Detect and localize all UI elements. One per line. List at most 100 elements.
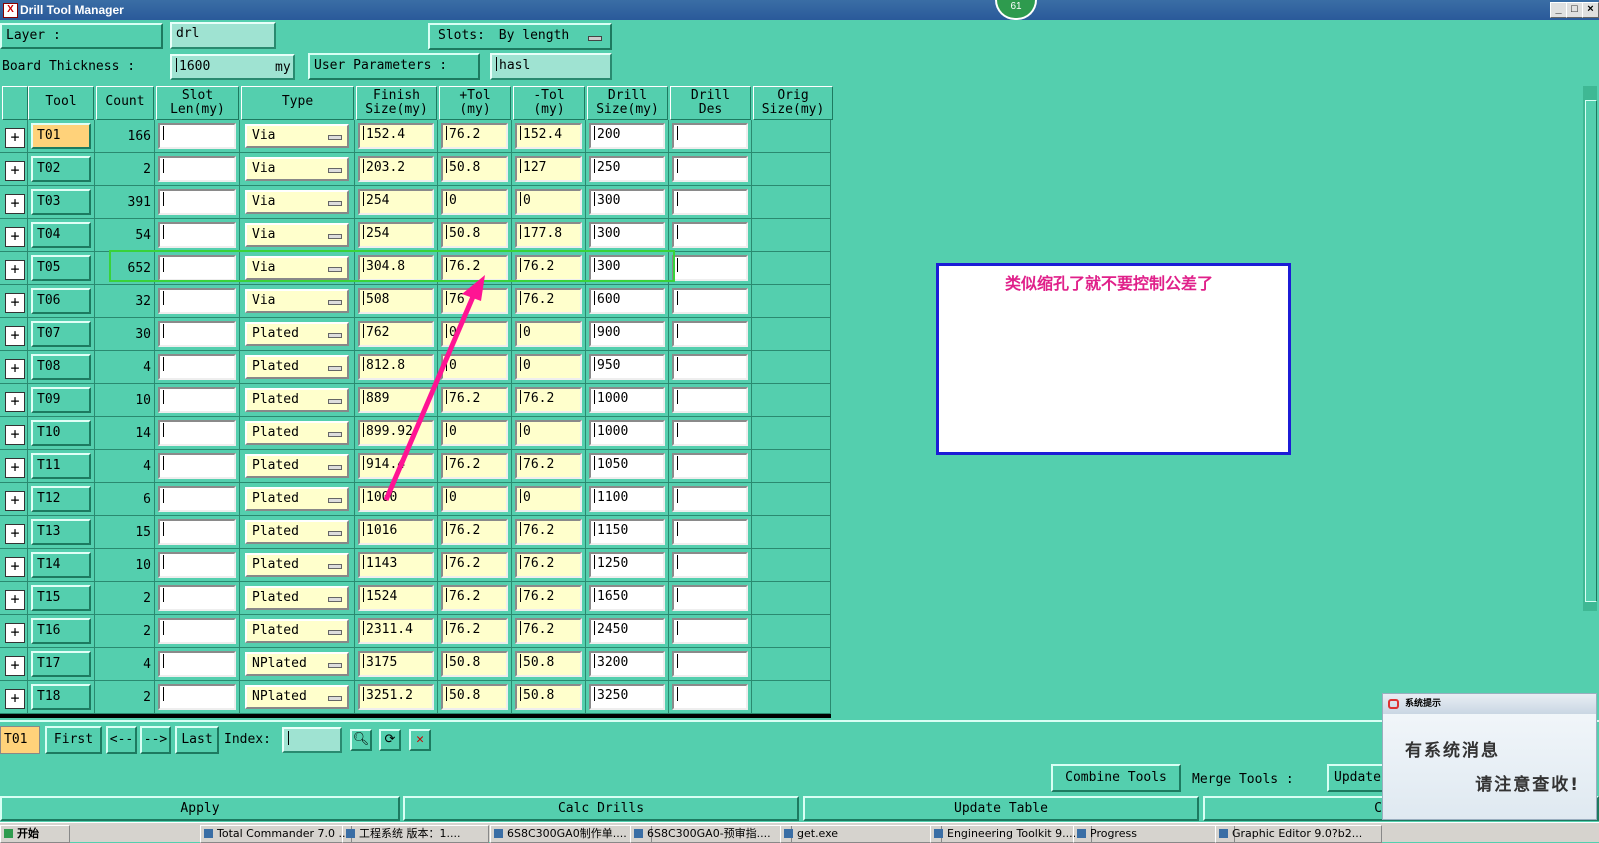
drill-size-input[interactable]: 1050 — [589, 453, 665, 479]
tool-button[interactable]: T13 — [31, 519, 91, 545]
drill-size-input[interactable]: 300 — [589, 189, 665, 215]
column-header[interactable]: Finish Size(my) — [356, 86, 437, 120]
type-select[interactable]: Plated — [245, 421, 349, 445]
update-button[interactable]: Update — [1327, 764, 1387, 792]
drill-size-input[interactable]: 950 — [589, 354, 665, 380]
column-header[interactable]: Slot Len(my) — [156, 86, 239, 120]
taskbar-item[interactable]: 6S8C300GA0制作单.... — [490, 825, 652, 843]
tool-button[interactable]: T01 — [31, 123, 91, 149]
finish-size-input[interactable]: 1524 — [358, 585, 434, 611]
taskbar-item[interactable]: 6S8C300GA0-预审指.... — [630, 825, 792, 843]
system-notification-popup[interactable]: 系统提示 有系统消息 请注意查收! — [1382, 693, 1597, 820]
minus-tol-input[interactable]: 76.2 — [515, 453, 582, 479]
next-button[interactable]: --> — [140, 726, 171, 754]
slot-length-input[interactable] — [158, 189, 236, 215]
minus-tol-input[interactable]: 76.2 — [515, 552, 582, 578]
drill-des-input[interactable] — [672, 255, 748, 281]
tool-button[interactable]: T12 — [31, 486, 91, 512]
layer-field[interactable]: drl — [170, 22, 276, 49]
slot-length-input[interactable] — [158, 156, 236, 182]
expand-icon[interactable]: + — [5, 524, 25, 544]
user-parameters-field[interactable]: hasl — [490, 53, 612, 80]
slot-length-input[interactable] — [158, 519, 236, 545]
type-select[interactable]: Via — [245, 157, 349, 181]
apply-button[interactable]: Apply — [0, 796, 400, 821]
slot-length-input[interactable] — [158, 618, 236, 644]
plus-tol-input[interactable]: 50.8 — [441, 684, 508, 710]
column-header[interactable]: Drill Des — [670, 86, 751, 120]
drill-des-input[interactable] — [672, 189, 748, 215]
drill-des-input[interactable] — [672, 222, 748, 248]
expand-icon[interactable]: + — [5, 359, 25, 379]
expand-icon[interactable]: + — [5, 227, 25, 247]
taskbar-item[interactable]: get.exe — [780, 825, 942, 843]
taskbar-item[interactable]: Graphic Editor 9.0?b2... — [1215, 825, 1382, 843]
expand-icon[interactable]: + — [5, 161, 25, 181]
prev-button[interactable]: <-- — [106, 726, 137, 754]
slot-length-input[interactable] — [158, 684, 236, 710]
type-select[interactable]: Plated — [245, 586, 349, 610]
drill-des-input[interactable] — [672, 387, 748, 413]
expand-icon[interactable]: + — [5, 326, 25, 346]
minus-tol-input[interactable]: 50.8 — [515, 684, 582, 710]
combine-tools-button[interactable]: Combine Tools — [1051, 764, 1181, 792]
expand-icon[interactable]: + — [5, 458, 25, 478]
tool-button[interactable]: T09 — [31, 387, 91, 413]
drill-des-input[interactable] — [672, 156, 748, 182]
minus-tol-input[interactable]: 0 — [515, 189, 582, 215]
drill-des-input[interactable] — [672, 123, 748, 149]
expand-icon[interactable]: + — [5, 260, 25, 280]
minus-tol-input[interactable]: 177.8 — [515, 222, 582, 248]
minus-tol-input[interactable]: 152.4 — [515, 123, 582, 149]
finish-size-input[interactable]: 254 — [358, 222, 434, 248]
expand-icon[interactable]: + — [5, 293, 25, 313]
taskbar-item[interactable]: 工程系统 版本：1.... — [342, 825, 489, 843]
drill-size-input[interactable]: 1000 — [589, 387, 665, 413]
type-select[interactable]: Via — [245, 289, 349, 313]
minus-tol-input[interactable]: 76.2 — [515, 288, 582, 314]
minus-tol-input[interactable]: 0 — [515, 420, 582, 446]
minus-tol-input[interactable]: 50.8 — [515, 651, 582, 677]
slot-length-input[interactable] — [158, 222, 236, 248]
column-header[interactable]: Orig Size(my) — [753, 86, 833, 120]
finish-size-input[interactable]: 3175 — [358, 651, 434, 677]
drill-des-input[interactable] — [672, 486, 748, 512]
finish-size-input[interactable]: 1143 — [358, 552, 434, 578]
plus-tol-input[interactable]: 50.8 — [441, 222, 508, 248]
minus-tol-input[interactable]: 0 — [515, 486, 582, 512]
minus-tol-input[interactable]: 0 — [515, 354, 582, 380]
slot-length-input[interactable] — [158, 453, 236, 479]
type-select[interactable]: Plated — [245, 388, 349, 412]
slot-length-input[interactable] — [158, 552, 236, 578]
taskbar-item[interactable]: Engineering Toolkit 9.... — [930, 825, 1092, 843]
minus-tol-input[interactable]: 76.2 — [515, 585, 582, 611]
expand-icon[interactable]: + — [5, 689, 25, 709]
search-icon[interactable]: 🔍︎ — [350, 729, 372, 751]
column-header[interactable]: Tool — [28, 86, 94, 120]
expand-icon[interactable]: + — [5, 590, 25, 610]
column-header[interactable]: Count — [96, 86, 154, 120]
taskbar-item[interactable]: Progress — [1073, 825, 1235, 843]
drill-des-input[interactable] — [672, 585, 748, 611]
drill-size-input[interactable]: 1000 — [589, 420, 665, 446]
column-header[interactable]: -Tol (my) — [513, 86, 585, 120]
drill-des-input[interactable] — [672, 684, 748, 710]
minimize-button[interactable]: _ — [1550, 2, 1567, 18]
tool-button[interactable]: T16 — [31, 618, 91, 644]
finish-size-input[interactable]: 2311.4 — [358, 618, 434, 644]
minus-tol-input[interactable]: 0 — [515, 321, 582, 347]
column-header[interactable]: Type — [241, 86, 354, 120]
slot-length-input[interactable] — [158, 585, 236, 611]
tool-button[interactable]: T05 — [31, 255, 91, 281]
type-select[interactable]: Via — [245, 223, 349, 247]
expand-icon[interactable]: + — [5, 392, 25, 412]
tool-button[interactable]: T08 — [31, 354, 91, 380]
start-button[interactable]: 开始 — [0, 825, 70, 843]
drill-des-input[interactable] — [672, 453, 748, 479]
close-button[interactable]: × — [1582, 2, 1599, 18]
type-select[interactable]: Via — [245, 124, 349, 148]
finish-size-input[interactable]: 3251.2 — [358, 684, 434, 710]
drill-size-input[interactable]: 1150 — [589, 519, 665, 545]
tool-button[interactable]: T11 — [31, 453, 91, 479]
drill-size-input[interactable]: 2450 — [589, 618, 665, 644]
